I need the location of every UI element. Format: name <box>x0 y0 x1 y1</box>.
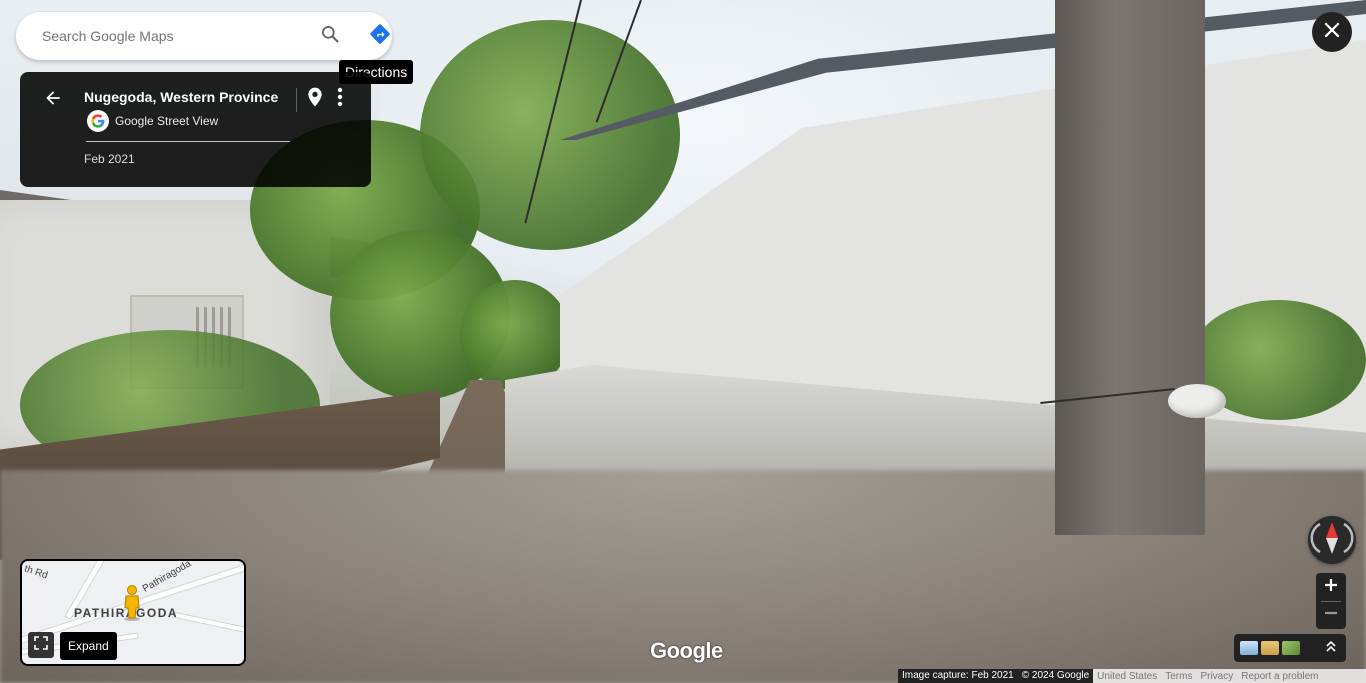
fullscreen-icon <box>33 635 49 656</box>
map-road <box>172 611 244 637</box>
map-road-label: th Rd <box>22 563 50 582</box>
directions-icon <box>369 23 391 50</box>
expand-tooltip: Expand <box>60 632 117 660</box>
terms-link[interactable]: Terms <box>1161 671 1196 682</box>
mini-map[interactable]: th Rd Pathiragoda PATHIRAGODA <box>20 559 246 666</box>
zoom-divider <box>1321 601 1341 602</box>
privacy-link[interactable]: Privacy <box>1196 671 1237 682</box>
layer-thumbnail[interactable] <box>1261 641 1279 655</box>
layer-thumbnail[interactable] <box>1240 641 1258 655</box>
google-logo: Google <box>650 638 723 663</box>
close-icon <box>1323 21 1341 44</box>
imagery-layers-strip <box>1234 634 1346 662</box>
search-box <box>16 12 392 60</box>
chevron-up-icon <box>1325 639 1337 657</box>
more-options-button[interactable] <box>329 86 351 112</box>
close-street-view-button[interactable] <box>1312 12 1352 52</box>
location-pin-icon <box>307 87 323 112</box>
zoom-control <box>1316 573 1346 629</box>
show-on-map-button[interactable] <box>304 86 326 112</box>
more-vert-icon <box>337 87 343 112</box>
copyright-text: © 2024 Google <box>1017 669 1094 683</box>
concrete-pillar <box>1055 0 1205 535</box>
foliage <box>420 20 680 250</box>
pegman-icon[interactable] <box>122 585 142 626</box>
panel-divider <box>296 88 297 112</box>
minus-icon <box>1324 606 1338 625</box>
search-input[interactable] <box>40 27 284 45</box>
back-arrow-icon <box>43 88 63 113</box>
imagery-source-label: Google Street View <box>115 114 219 128</box>
compass-icon <box>1310 516 1354 565</box>
street-view-info-panel: Nugegoda, Western Province Google Street… <box>20 72 371 187</box>
search-icon <box>320 24 340 49</box>
capture-date[interactable]: Feb 2021 <box>84 152 135 166</box>
zoom-out-button[interactable] <box>1316 601 1346 629</box>
compass-button[interactable] <box>1308 516 1356 564</box>
image-capture-text: Image capture: Feb 2021 <box>898 669 1018 683</box>
expand-layers-button[interactable] <box>1322 639 1340 657</box>
country-link[interactable]: United States <box>1093 671 1161 682</box>
place-title: Nugegoda, Western Province <box>84 89 279 105</box>
zoom-in-button[interactable] <box>1316 573 1346 601</box>
directions-button[interactable] <box>350 12 410 60</box>
plus-icon <box>1324 578 1338 597</box>
expand-map-button[interactable] <box>28 632 54 658</box>
layer-thumbnail[interactable] <box>1282 641 1300 655</box>
back-button[interactable] <box>38 88 68 112</box>
panel-separator <box>86 141 290 142</box>
google-g-icon <box>87 110 109 132</box>
imagery-source: Google Street View <box>87 110 218 132</box>
insulator <box>1168 384 1226 418</box>
attribution-footer: Image capture: Feb 2021 © 2024 Google Un… <box>898 669 1366 683</box>
report-problem-link[interactable]: Report a problem <box>1237 671 1322 682</box>
